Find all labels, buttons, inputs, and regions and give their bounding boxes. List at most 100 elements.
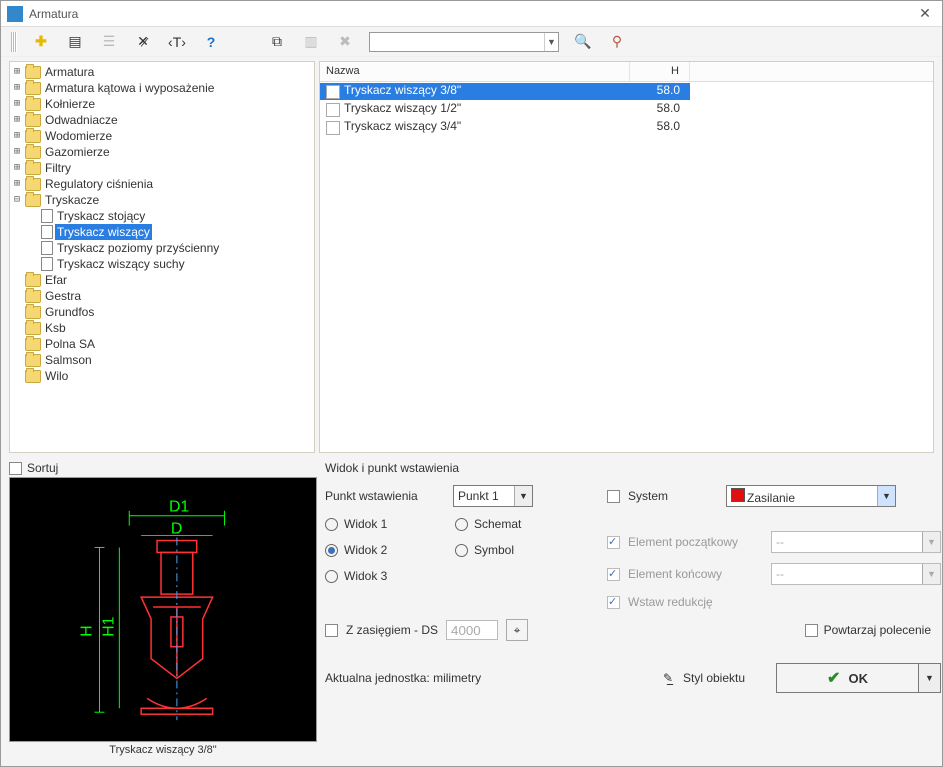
document-icon bbox=[41, 225, 53, 239]
ok-button[interactable]: ✔ OK ▼ bbox=[776, 663, 941, 693]
schemat-radio[interactable]: Schemat bbox=[455, 517, 575, 531]
search-button[interactable]: 🔍 bbox=[573, 32, 593, 52]
text-style-button[interactable]: ‹T› bbox=[167, 32, 187, 52]
tree-node[interactable]: ⊞Wodomierze bbox=[11, 128, 313, 144]
tree-node[interactable]: ⊞Gazomierze bbox=[11, 144, 313, 160]
list-button[interactable]: ☰ bbox=[99, 32, 119, 52]
tree-node[interactable]: Tryskacz wiszący suchy bbox=[27, 256, 313, 272]
point-combo[interactable]: Punkt 1 ▼ bbox=[453, 485, 533, 507]
plus-icon[interactable]: ⊞ bbox=[11, 128, 23, 144]
range-checkbox[interactable] bbox=[325, 624, 338, 637]
repeat-checkbox[interactable]: Powtarzaj polecenie bbox=[805, 623, 931, 637]
folder-icon bbox=[25, 162, 41, 175]
delete-button[interactable]: ✖ bbox=[335, 32, 355, 52]
tree-node[interactable]: Tryskacz stojący bbox=[27, 208, 313, 224]
dim-h1: H1 bbox=[100, 616, 117, 636]
system-label: System bbox=[628, 489, 718, 503]
ok-dropdown-button[interactable]: ▼ bbox=[918, 664, 940, 692]
tree-node[interactable]: Gestra bbox=[11, 288, 313, 304]
symbol-radio[interactable]: Symbol bbox=[455, 543, 575, 557]
zasilanie-combo[interactable]: Zasilanie ▼ bbox=[726, 485, 896, 507]
table-button[interactable]: ▥ bbox=[301, 32, 321, 52]
tree-node-label: Tryskacz wiszący suchy bbox=[55, 256, 187, 272]
list-row[interactable]: Tryskacz wiszący 3/8"58.0 bbox=[320, 82, 933, 100]
chevron-down-icon: ▼ bbox=[922, 532, 940, 552]
tree-node[interactable]: ⊞Odwadniacze bbox=[11, 112, 313, 128]
list-row[interactable]: Tryskacz wiszący 1/2"58.0 bbox=[320, 100, 933, 118]
dim-d1: D1 bbox=[169, 499, 189, 516]
chevron-down-icon[interactable]: ▼ bbox=[514, 486, 532, 506]
tree-node[interactable]: Wilo bbox=[11, 368, 313, 384]
tree-node[interactable]: Efar bbox=[11, 272, 313, 288]
search-input[interactable] bbox=[370, 35, 544, 49]
tree-node[interactable]: ⊞ Armatura bbox=[11, 64, 313, 80]
tree-node-label: Tryskacze bbox=[43, 192, 101, 208]
grip-icon bbox=[11, 32, 17, 52]
tree-node[interactable]: ⊞ Filtry bbox=[11, 160, 313, 176]
tree-node[interactable]: Tryskacz poziomy przyścienny bbox=[27, 240, 313, 256]
new-button[interactable]: ✚ bbox=[31, 32, 51, 52]
elkon-label: Element końcowy bbox=[628, 567, 763, 581]
tree-node[interactable]: ⊟ Tryskacze bbox=[11, 192, 313, 208]
view2-radio[interactable]: Widok 2 bbox=[325, 543, 455, 557]
elkon-checkbox bbox=[607, 568, 620, 581]
find-next-button[interactable]: ⚲ bbox=[607, 32, 627, 52]
window-title: Armatura bbox=[29, 7, 914, 21]
wstaw-label: Wstaw redukcję bbox=[628, 595, 763, 609]
sort-checkbox[interactable]: Sortuj bbox=[9, 461, 317, 475]
copy-button[interactable]: ⧉ bbox=[267, 32, 287, 52]
tree-node[interactable]: ⊞ Armatura kątowa i wyposażenie bbox=[11, 80, 313, 96]
tree-node-label: Wilo bbox=[43, 368, 70, 384]
tools-button[interactable]: ✕̷ bbox=[133, 32, 153, 52]
search-combo[interactable]: ▼ bbox=[369, 32, 559, 52]
plus-icon[interactable]: ⊞ bbox=[11, 160, 23, 176]
plus-icon[interactable]: ⊞ bbox=[11, 96, 23, 112]
plus-icon[interactable]: ⊞ bbox=[11, 64, 23, 80]
tree-node-label: Armatura kątowa i wyposażenie bbox=[43, 80, 216, 96]
col-h[interactable]: H bbox=[630, 62, 690, 81]
group-title: Widok i punkt wstawienia bbox=[325, 461, 941, 475]
system-checkbox[interactable] bbox=[607, 490, 620, 503]
view1-radio[interactable]: Widok 1 bbox=[325, 517, 455, 531]
tree-node[interactable]: Tryskacz wiszący bbox=[27, 224, 313, 240]
tree-node[interactable]: ⊞ Kołnierze bbox=[11, 96, 313, 112]
folder-icon bbox=[25, 130, 41, 143]
chevron-down-icon[interactable]: ▼ bbox=[877, 486, 895, 506]
tree-pane[interactable]: ⊞Armatura⊞Armatura kątowa i wyposażenie⊞… bbox=[9, 61, 315, 453]
tree-node[interactable]: Grundfos bbox=[11, 304, 313, 320]
unit-label: Aktualna jednostka: milimetry bbox=[325, 671, 632, 685]
folder-icon bbox=[25, 178, 41, 191]
sort-label: Sortuj bbox=[27, 461, 58, 475]
tree-node-label: Filtry bbox=[43, 160, 73, 176]
tree-node-label: Armatura bbox=[43, 64, 96, 80]
plus-icon[interactable]: ⊞ bbox=[11, 144, 23, 160]
tree-node[interactable]: Salmson bbox=[11, 352, 313, 368]
tree-node[interactable]: Polna SA bbox=[11, 336, 313, 352]
report-button[interactable]: ▤ bbox=[65, 32, 85, 52]
close-button[interactable]: ✕ bbox=[914, 5, 936, 23]
style-icon: ✎̲ bbox=[663, 671, 673, 685]
plus-icon[interactable]: ⊞ bbox=[11, 80, 23, 96]
tree-node-label: Regulatory ciśnienia bbox=[43, 176, 155, 192]
object-style-button[interactable]: ✎̲ Styl obiektu bbox=[644, 664, 764, 692]
folder-icon bbox=[25, 338, 41, 351]
check-icon: ✔ bbox=[827, 668, 840, 688]
chevron-down-icon[interactable]: ▼ bbox=[544, 33, 558, 51]
document-icon bbox=[41, 241, 53, 255]
plus-icon[interactable]: ⊞ bbox=[11, 112, 23, 128]
list-pane[interactable]: Nazwa H Tryskacz wiszący 3/8"58.0Tryskac… bbox=[319, 61, 934, 453]
tree-node[interactable]: ⊞ Regulatory ciśnienia bbox=[11, 176, 313, 192]
range-pick-button[interactable]: ⌖ bbox=[506, 619, 528, 641]
list-row[interactable]: Tryskacz wiszący 3/4"58.0 bbox=[320, 118, 933, 136]
tree-node-label: Kołnierze bbox=[43, 96, 97, 112]
tree-node[interactable]: Ksb bbox=[11, 320, 313, 336]
tree-node-label: Tryskacz stojący bbox=[55, 208, 147, 224]
help-button[interactable]: ? bbox=[201, 32, 221, 52]
tree-node-label: Salmson bbox=[43, 352, 94, 368]
folder-icon bbox=[25, 194, 41, 207]
minus-icon[interactable]: ⊟ bbox=[11, 192, 23, 208]
range-value[interactable] bbox=[446, 620, 498, 640]
view3-radio[interactable]: Widok 3 bbox=[325, 569, 455, 583]
plus-icon[interactable]: ⊞ bbox=[11, 176, 23, 192]
col-name[interactable]: Nazwa bbox=[320, 62, 630, 81]
